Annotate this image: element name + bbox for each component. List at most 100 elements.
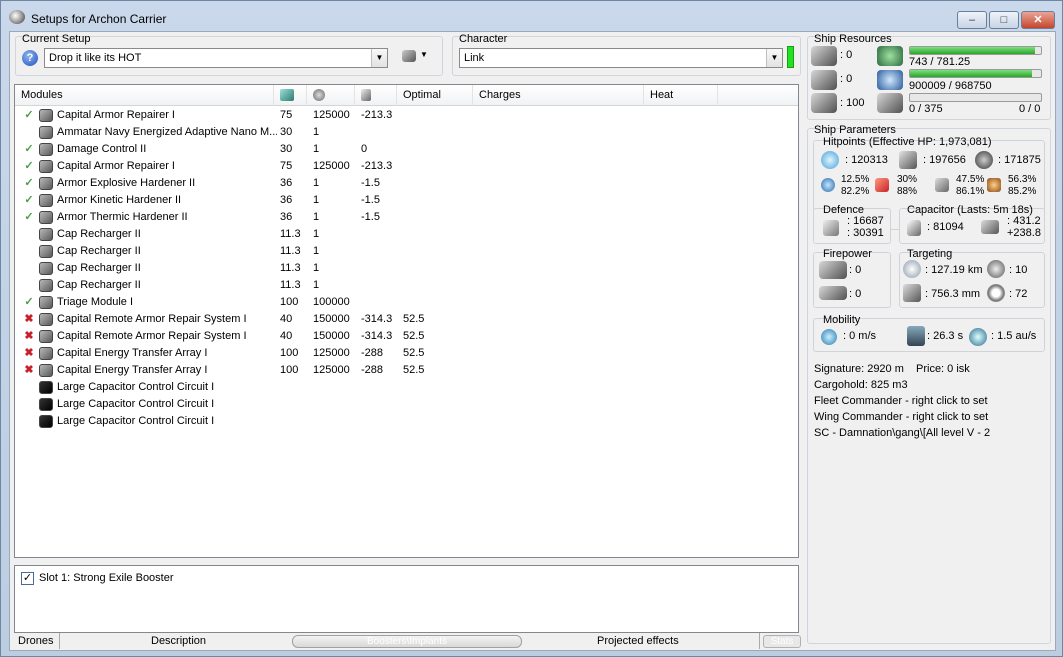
modules-panel: Modules Optimal Charges Heat ✓ Capital Ar… [14, 84, 799, 558]
check-icon: ✓ [24, 194, 34, 206]
em-resist-icon [821, 178, 835, 192]
module-powergrid: 150000 [313, 330, 350, 342]
shield-hp-value: : 120313 [845, 154, 888, 166]
powergrid-icon [313, 89, 325, 101]
module-powergrid: 1 [313, 126, 320, 138]
column-header-charges[interactable]: Charges [473, 85, 644, 106]
tab-description[interactable]: Description [151, 635, 206, 647]
minimize-button[interactable]: – [957, 11, 987, 29]
column-header-capacitor[interactable] [355, 85, 397, 106]
module-icon [39, 211, 53, 224]
module-powergrid: 1 [313, 194, 320, 206]
module-name: Capital Armor Repairer I [57, 109, 175, 121]
column-header-cpu[interactable] [274, 85, 307, 106]
table-row[interactable]: ✓ Armor Explosive Hardener II 36 1 -1.5 [15, 175, 798, 192]
module-name: Armor Kinetic Hardener II [57, 194, 182, 206]
module-cpu: 36 [280, 177, 293, 189]
error-icon: ✖ [24, 313, 34, 325]
turret-dps-value: : 0 [849, 264, 862, 276]
price-text: Price: 0 isk [916, 363, 970, 375]
module-optimal: 52.5 [403, 313, 425, 325]
setup-select[interactable]: Drop it like its HOT ▼ [44, 48, 388, 68]
turret-dps-icon [819, 261, 847, 279]
powergrid-value: 900009 / 968750 [909, 80, 992, 92]
module-capacitor: -1.5 [361, 177, 380, 189]
module-name: Armor Thermic Hardener II [57, 211, 188, 223]
chevron-down-icon[interactable]: ▼ [371, 49, 387, 67]
table-row[interactable]: ✖ Capital Remote Armor Repair System I 40 1… [15, 328, 798, 345]
tab-boosters-implants[interactable]: Boosters\Implants [292, 635, 522, 648]
table-row[interactable]: ✖ Capital Energy Transfer Array I 100 12500… [15, 362, 798, 379]
module-cpu: 11.3 [280, 262, 301, 274]
module-cpu: 36 [280, 211, 293, 223]
tab-drones[interactable]: Drones [18, 635, 53, 647]
kinetic-resist-armor: 86.1% [956, 186, 985, 197]
character-select-value: Link [464, 52, 485, 64]
wing-commander-text[interactable]: Wing Commander - right click to set [814, 411, 988, 423]
module-capacitor: -1.5 [361, 211, 380, 223]
column-header-powergrid[interactable] [307, 85, 355, 106]
help-icon[interactable]: ? [22, 50, 38, 66]
divider [59, 633, 60, 649]
chevron-down-icon[interactable]: ▼ [766, 49, 782, 67]
align-time-value: : 26.3 s [927, 330, 964, 342]
window-title: Setups for Archon Carrier [31, 12, 167, 26]
armor-icon [899, 151, 917, 169]
column-header-optimal[interactable]: Optimal [397, 85, 473, 106]
table-row[interactable]: ✓ Capital Armor Repairer I 75 125000 -213.3 [15, 107, 798, 124]
module-powergrid: 150000 [313, 313, 350, 325]
kinetic-resist-icon [935, 178, 949, 192]
table-row[interactable]: ✓ Triage Module I 100 100000 [15, 294, 798, 311]
warp-speed-icon [969, 328, 987, 346]
max-targets-icon [987, 260, 1005, 278]
module-icon [39, 126, 53, 139]
table-row[interactable]: ✓ Damage Control II 30 1 0 [15, 141, 798, 158]
title-bar[interactable]: Setups for Archon Carrier – □ ✕ [1, 1, 1062, 31]
character-select[interactable]: Link ▼ [459, 48, 783, 68]
table-row[interactable]: Cap Recharger II 11.3 1 [15, 226, 798, 243]
column-header-modules[interactable]: Modules [15, 85, 274, 106]
module-icon [39, 415, 53, 428]
booster-checkbox[interactable]: ✓ [21, 572, 34, 585]
table-row[interactable]: Large Capacitor Control Circuit I [15, 396, 798, 413]
module-cpu: 75 [280, 109, 293, 121]
column-header-heat[interactable]: Heat [644, 85, 718, 106]
check-icon: ✓ [24, 296, 34, 308]
maximize-button[interactable]: □ [989, 11, 1019, 29]
table-row[interactable]: Cap Recharger II 11.3 1 [15, 260, 798, 277]
setup-select-value: Drop it like its HOT [49, 52, 142, 64]
check-icon: ✓ [24, 160, 34, 172]
powergrid-icon [877, 70, 903, 90]
table-row[interactable]: ✖ Capital Remote Armor Repair System I 40 1… [15, 311, 798, 328]
hull-hp-value: : 171875 [998, 154, 1041, 166]
squad-commander-text[interactable]: SC - Damnation\gang\[All level V - 2 [814, 427, 990, 439]
launcher-icon [811, 70, 837, 90]
thermal-resist-armor: 88% [897, 186, 918, 197]
tab-stats[interactable]: Stats [763, 635, 801, 648]
target-range-icon [903, 260, 921, 278]
em-resist-armor: 82.2% [841, 186, 870, 197]
module-powergrid: 125000 [313, 109, 350, 121]
close-button[interactable]: ✕ [1021, 11, 1055, 29]
module-name: Large Capacitor Control Circuit I [57, 398, 215, 410]
table-row[interactable]: ✓ Armor Kinetic Hardener II 36 1 -1.5 [15, 192, 798, 209]
tab-projected-effects[interactable]: Projected effects [597, 635, 679, 647]
table-row[interactable]: Cap Recharger II 11.3 1 [15, 277, 798, 294]
module-powergrid: 125000 [313, 364, 350, 376]
module-icon [39, 245, 53, 258]
table-row[interactable]: ✖ Capital Energy Transfer Array I 100 12500… [15, 345, 798, 362]
module-cpu: 11.3 [280, 228, 301, 240]
module-name: Cap Recharger II [57, 279, 141, 291]
module-name: Large Capacitor Control Circuit I [57, 415, 215, 427]
ship-menu-button[interactable]: ▼ [400, 49, 432, 67]
table-row[interactable]: ✓ Capital Armor Repairer I 75 125000 -213.3 [15, 158, 798, 175]
table-row[interactable]: Large Capacitor Control Circuit I [15, 413, 798, 430]
fleet-commander-text[interactable]: Fleet Commander - right click to set [814, 395, 988, 407]
table-row[interactable]: Cap Recharger II 11.3 1 [15, 243, 798, 260]
table-row[interactable]: ✓ Armor Thermic Hardener II 36 1 -1.5 [15, 209, 798, 226]
character-label: Character [459, 33, 508, 45]
module-capacitor: -213.3 [361, 109, 393, 121]
module-icon [39, 279, 53, 292]
table-row[interactable]: Large Capacitor Control Circuit I [15, 379, 798, 396]
table-row[interactable]: Ammatar Navy Energized Adaptive Nano M..… [15, 124, 798, 141]
